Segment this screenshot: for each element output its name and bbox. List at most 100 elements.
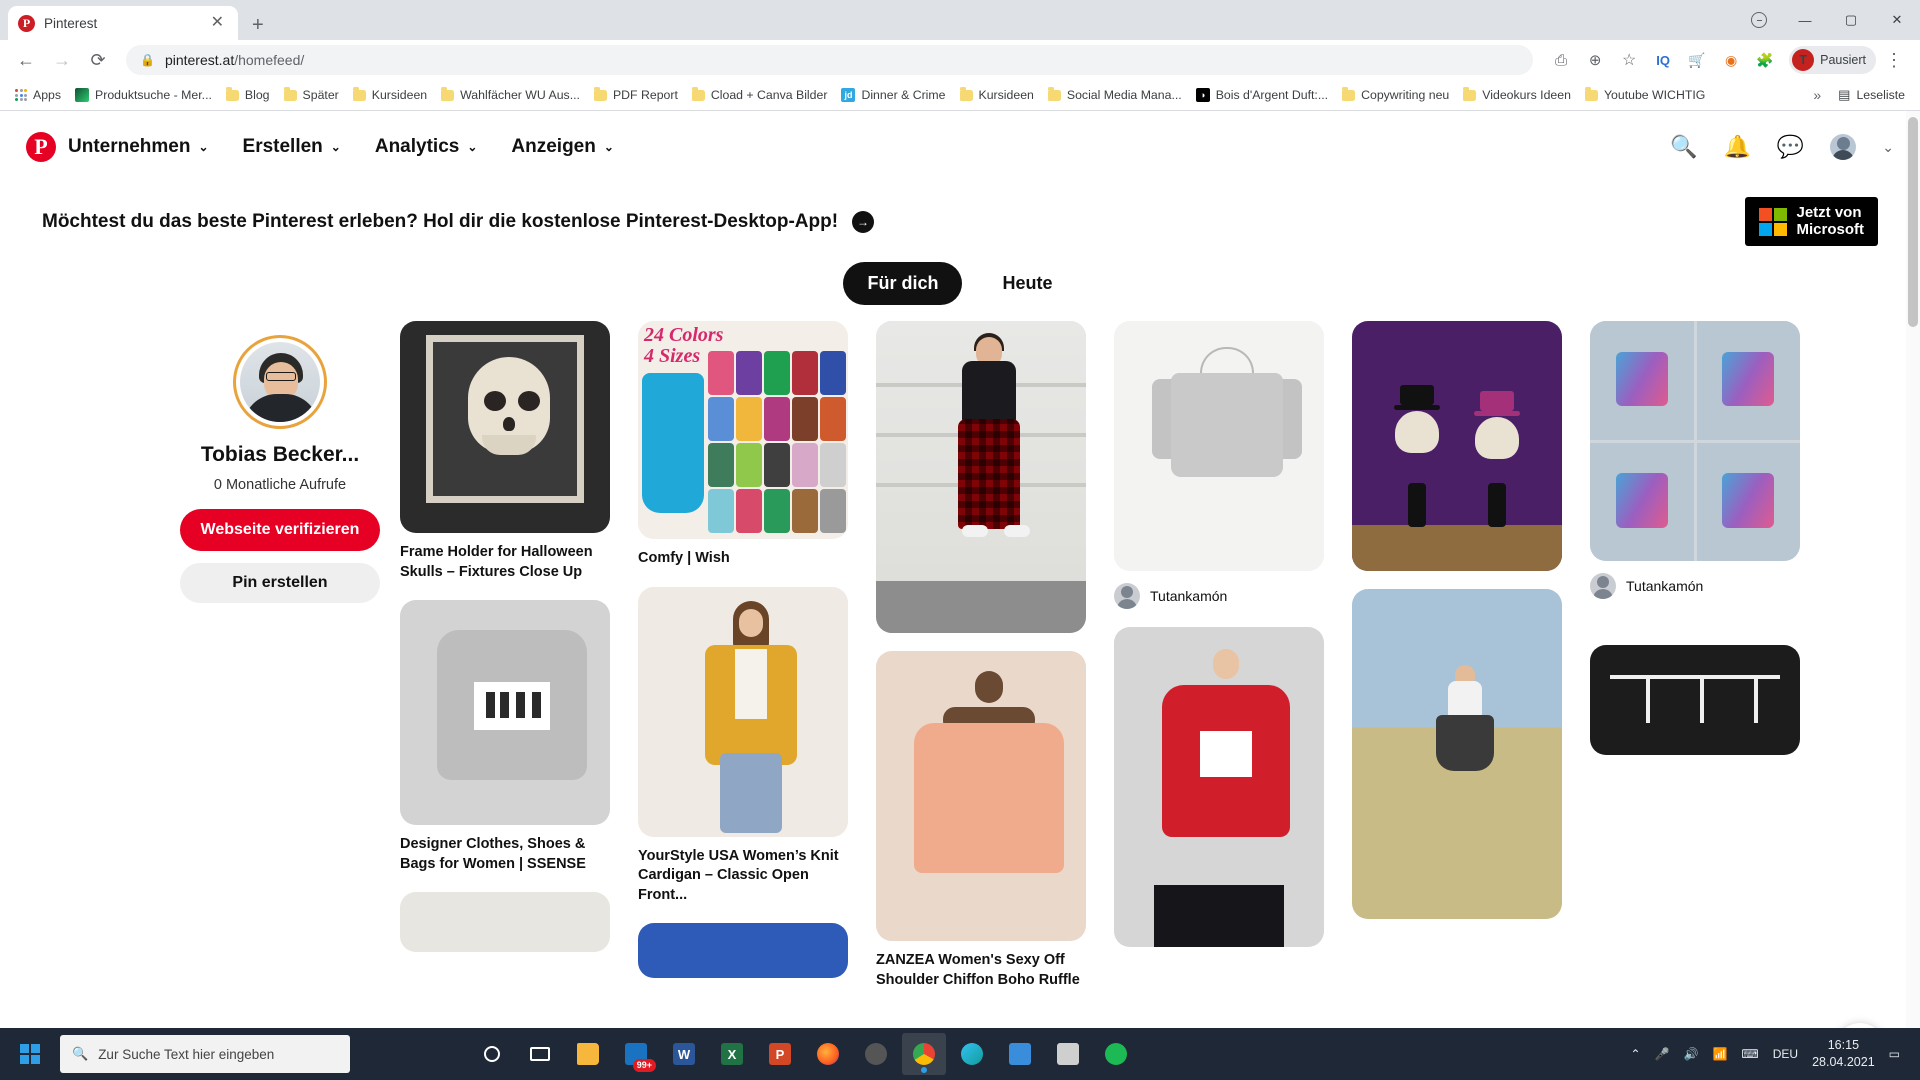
- pin-image[interactable]: 24 Colors 4 Sizes: [638, 321, 848, 539]
- pin-card[interactable]: [1590, 645, 1800, 755]
- pin-image[interactable]: [1352, 589, 1562, 919]
- pin-card[interactable]: ZANZEA Women's Sexy Off Shoulder Chiffon…: [876, 651, 1086, 990]
- browser-menu-icon[interactable]: ⋮: [1878, 44, 1910, 76]
- puzzle-extension-icon[interactable]: 🧩: [1749, 44, 1781, 76]
- pin-card[interactable]: [1114, 627, 1324, 947]
- search-icon[interactable]: 🔍: [1670, 134, 1697, 160]
- pin-card[interactable]: [1352, 589, 1562, 919]
- page-scrollbar[interactable]: [1906, 111, 1920, 1080]
- bookmark-bois-dargent[interactable]: ◑ Bois d'Argent Duft:...: [1189, 85, 1335, 105]
- tab-heute[interactable]: Heute: [978, 262, 1076, 305]
- snip-icon[interactable]: [1046, 1033, 1090, 1075]
- nav-item-anzeigen[interactable]: Anzeigen ⌄: [511, 136, 614, 158]
- pin-image[interactable]: [1590, 321, 1800, 561]
- avatar[interactable]: [1830, 134, 1857, 160]
- tab-fuer-dich[interactable]: Für dich: [843, 262, 963, 305]
- bookmarks-overflow-icon[interactable]: »: [1803, 87, 1831, 103]
- bookmark-apps[interactable]: Apps: [8, 85, 68, 105]
- browser-tab[interactable]: P Pinterest ✕: [8, 6, 238, 40]
- word-icon[interactable]: W: [662, 1033, 706, 1075]
- mail-icon[interactable]: 99+: [614, 1033, 658, 1075]
- notification-icon[interactable]: ▭: [1889, 1047, 1900, 1061]
- pin-image[interactable]: [1114, 321, 1324, 571]
- mic-icon[interactable]: 🎤: [1655, 1047, 1670, 1061]
- pin-image[interactable]: [638, 586, 848, 837]
- pin-card[interactable]: [400, 892, 610, 953]
- bookmark-produktsuche[interactable]: Produktsuche - Mer...: [68, 85, 219, 105]
- bookmark-cload-canva[interactable]: Cload + Canva Bilder: [685, 85, 835, 105]
- pin-image[interactable]: [400, 600, 610, 826]
- pin-card[interactable]: YourStyle USA Women’s Knit Cardigan – Cl…: [638, 586, 848, 906]
- shield-extension-icon[interactable]: ◉: [1715, 44, 1747, 76]
- bookmark-spaeter[interactable]: Später: [277, 85, 346, 105]
- powerpoint-icon[interactable]: P: [758, 1033, 802, 1075]
- wifi-icon[interactable]: 📶: [1712, 1047, 1727, 1061]
- pin-image[interactable]: [400, 892, 610, 953]
- bookmark-kursideen-2[interactable]: Kursideen: [953, 85, 1041, 105]
- forward-icon[interactable]: →: [46, 44, 78, 76]
- promo-arrow-icon[interactable]: →: [852, 210, 875, 233]
- pin-card[interactable]: 24 Colors 4 Sizes Comfy | Wish: [638, 321, 848, 569]
- spotify-icon[interactable]: [1094, 1033, 1138, 1075]
- scrollbar-thumb[interactable]: [1908, 117, 1918, 327]
- nav-item-analytics[interactable]: Analytics ⌄: [375, 136, 478, 158]
- keyboard-icon[interactable]: ⌨: [1741, 1047, 1758, 1061]
- nav-item-unternehmen[interactable]: Unternehmen ⌄: [68, 136, 209, 158]
- close-window-button[interactable]: ✕: [1874, 0, 1920, 40]
- bell-icon[interactable]: 🔔: [1723, 134, 1750, 160]
- bookmark-social-media[interactable]: Social Media Mana...: [1041, 85, 1189, 105]
- pin-card[interactable]: [1352, 321, 1562, 571]
- pin-image[interactable]: [638, 923, 848, 979]
- bookmark-copywriting[interactable]: Copywriting neu: [1335, 85, 1456, 105]
- pin-image[interactable]: [400, 321, 610, 533]
- pin-image[interactable]: [876, 651, 1086, 941]
- maximize-button[interactable]: ▢: [1828, 0, 1874, 40]
- firefox-icon[interactable]: [806, 1033, 850, 1075]
- pause-circle-icon[interactable]: [1736, 0, 1782, 40]
- pin-card[interactable]: [876, 321, 1086, 633]
- bookmark-kursideen-1[interactable]: Kursideen: [346, 85, 434, 105]
- profile-avatar-ring[interactable]: [233, 335, 327, 429]
- file-explorer-icon[interactable]: [566, 1033, 610, 1075]
- bookmark-youtube-wichtig[interactable]: Youtube WICHTIG: [1578, 85, 1712, 105]
- profile-chip[interactable]: T Pausiert: [1789, 46, 1876, 74]
- back-icon[interactable]: ←: [10, 44, 42, 76]
- bookmark-pdf-report[interactable]: PDF Report: [587, 85, 685, 105]
- iq-extension-icon[interactable]: IQ: [1647, 44, 1679, 76]
- chrome-icon[interactable]: [902, 1033, 946, 1075]
- minimize-button[interactable]: —: [1782, 0, 1828, 40]
- pinterest-logo-icon[interactable]: P: [26, 132, 56, 162]
- pin-image[interactable]: [1590, 645, 1800, 755]
- verify-website-button[interactable]: Webseite verifizieren: [180, 509, 380, 551]
- pin-image[interactable]: [1114, 627, 1324, 947]
- reload-icon[interactable]: ⟳: [82, 44, 114, 76]
- volume-icon[interactable]: 🔊: [1684, 1047, 1699, 1061]
- bookmark-dinner-crime[interactable]: jd Dinner & Crime: [834, 85, 952, 105]
- install-app-icon[interactable]: ⎙: [1545, 44, 1577, 76]
- pin-image[interactable]: [1352, 321, 1562, 571]
- chat-icon[interactable]: 💬: [1777, 134, 1804, 160]
- new-tab-button[interactable]: +: [252, 15, 264, 35]
- bookmark-star-icon[interactable]: ☆: [1613, 44, 1645, 76]
- create-pin-button[interactable]: Pin erstellen: [180, 563, 380, 603]
- language-indicator[interactable]: DEU: [1773, 1047, 1798, 1061]
- pin-author[interactable]: Tutankamón: [1590, 573, 1800, 599]
- bookmark-blog[interactable]: Blog: [219, 85, 277, 105]
- address-bar[interactable]: 🔒 pinterest.at/homefeed/: [126, 45, 1534, 75]
- nav-item-erstellen[interactable]: Erstellen ⌄: [243, 136, 341, 158]
- clock[interactable]: 16:15 28.04.2021: [1812, 1037, 1875, 1071]
- zoom-icon[interactable]: ⊕: [1579, 44, 1611, 76]
- start-button[interactable]: [6, 1028, 54, 1080]
- opera-icon[interactable]: [854, 1033, 898, 1075]
- taskbar-search-input[interactable]: 🔍 Zur Suche Text hier eingeben: [60, 1035, 350, 1073]
- cortana-icon[interactable]: [470, 1033, 514, 1075]
- pin-card[interactable]: [638, 923, 848, 979]
- pin-image[interactable]: [876, 321, 1086, 633]
- chevron-down-icon[interactable]: ⌄: [1882, 139, 1894, 156]
- bookmark-wahlfaecher[interactable]: Wahlfächer WU Aus...: [434, 85, 587, 105]
- pin-card[interactable]: Frame Holder for Halloween Skulls – Fixt…: [400, 321, 610, 582]
- bookmark-videokurs[interactable]: Videokurs Ideen: [1456, 85, 1578, 105]
- edge-icon[interactable]: [950, 1033, 994, 1075]
- close-tab-icon[interactable]: ✕: [207, 13, 228, 33]
- pin-card[interactable]: Tutankamón: [1590, 321, 1800, 599]
